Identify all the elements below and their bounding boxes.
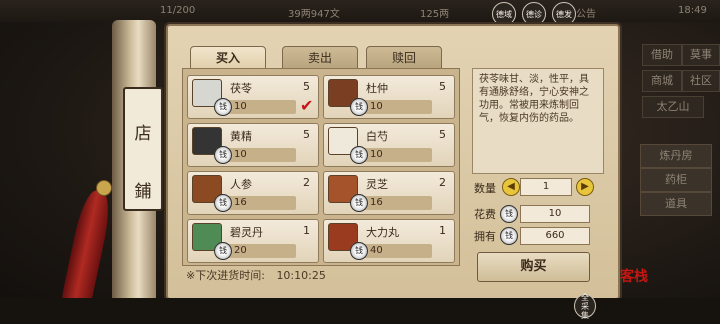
decrease-arrow-icon[interactable]: ◀ [502, 178, 520, 196]
tab-medicine-cabinet[interactable]: 药柜 [640, 168, 712, 192]
collect-all-button[interactable]: 全采集 [574, 293, 596, 320]
status-bar: 11/200 39两947文 125两 公告 18:49 [0, 0, 720, 22]
menu-help[interactable]: 借助 [642, 44, 682, 66]
coin-icon: 钱 [214, 194, 232, 212]
cost-label: 花费 [474, 208, 496, 221]
item-card[interactable]: 黄精 5 10 钱 [187, 123, 319, 167]
item-count: 5 [439, 128, 446, 141]
menu-shop[interactable]: 商城 [642, 70, 682, 92]
cost-value: 10 [520, 205, 590, 223]
item-count: 2 [439, 176, 446, 189]
quick-button-3[interactable]: 德发 [552, 2, 576, 26]
item-count: 1 [303, 224, 310, 237]
item-count: 5 [439, 80, 446, 93]
other-currency: 125两 [420, 9, 450, 20]
restock-time: 10:10:25 [276, 269, 326, 282]
coin-icon: 钱 [350, 242, 368, 260]
shop-title-band: 店 鋪 [123, 87, 163, 211]
increase-arrow-icon[interactable]: ▶ [576, 178, 594, 196]
menu-matters[interactable]: 莫事 [682, 44, 720, 66]
item-card[interactable]: 白芍 5 10 钱 [323, 123, 455, 167]
tab-sell[interactable]: 卖出 [282, 46, 358, 70]
tab-redeem[interactable]: 赎回 [366, 46, 442, 70]
location-label: 太乙山 [642, 96, 704, 118]
selected-check-icon: ✔ [300, 96, 314, 115]
coin-icon: 钱 [500, 227, 518, 245]
bottom-bar [0, 298, 720, 324]
shop-title-char-1: 店 [134, 124, 152, 144]
item-count: 1 [439, 224, 446, 237]
item-name: 人参 [230, 178, 252, 191]
quantity-label: 数量 [474, 182, 496, 195]
owned-value: 660 [520, 227, 590, 245]
item-name: 黄精 [230, 130, 252, 143]
item-name: 灵芝 [366, 178, 388, 191]
inn-seal-logo: 客栈 [620, 269, 648, 285]
item-description: 茯苓味甘、淡，性平，具有通脉舒络，宁心安神之功用。常被用来炼制回气，恢复内伤的药… [472, 68, 604, 174]
coin-icon: 钱 [214, 242, 232, 260]
tassel-knot [96, 180, 112, 196]
quantity-field[interactable]: 1 [520, 178, 572, 196]
item-count: 2 [303, 176, 310, 189]
coin-icon: 钱 [350, 194, 368, 212]
item-name: 白芍 [366, 130, 388, 143]
item-count: 5 [303, 128, 310, 141]
energy-value: 11/200 [160, 5, 196, 16]
item-name: 杜仲 [366, 82, 388, 95]
restock-label: ※下次进货时间: [186, 269, 265, 282]
item-name: 碧灵丹 [230, 226, 263, 239]
item-name: 大力丸 [366, 226, 399, 239]
shop-title-char-2: 鋪 [134, 182, 152, 202]
menu-community[interactable]: 社区 [682, 70, 720, 92]
item-card[interactable]: 大力丸 1 40 钱 [323, 219, 455, 263]
money-value: 39两947文 [288, 9, 340, 20]
coin-icon: 钱 [214, 98, 232, 116]
tab-buy[interactable]: 买入 [190, 46, 266, 70]
tab-items[interactable]: 道具 [640, 192, 712, 216]
quick-button-1[interactable]: 德域 [492, 2, 516, 26]
item-card[interactable]: 碧灵丹 1 20 钱 [187, 219, 319, 263]
quick-button-2[interactable]: 德诊 [522, 2, 546, 26]
coin-icon: 钱 [214, 146, 232, 164]
item-count: 5 [303, 80, 310, 93]
item-card[interactable]: 灵芝 2 16 钱 [323, 171, 455, 215]
coin-icon: 钱 [350, 146, 368, 164]
buy-button[interactable]: 购买 [477, 252, 590, 282]
clock: 18:49 [678, 5, 707, 16]
announce-link[interactable]: 公告 [576, 5, 596, 20]
restock-timer: ※下次进货时间: 10:10:25 [186, 267, 326, 283]
item-card[interactable]: 人参 2 16 钱 [187, 171, 319, 215]
coin-icon: 钱 [350, 98, 368, 116]
item-card[interactable]: 杜仲 5 10 钱 [323, 75, 455, 119]
coin-icon: 钱 [500, 205, 518, 223]
item-list: 茯苓 5 10 钱 杜仲 5 10 钱 黄精 5 10 钱 白芍 5 10 钱 … [182, 68, 460, 266]
tab-alchemy-room[interactable]: 炼丹房 [640, 144, 712, 168]
item-name: 茯苓 [230, 82, 252, 95]
owned-label: 拥有 [474, 230, 496, 243]
